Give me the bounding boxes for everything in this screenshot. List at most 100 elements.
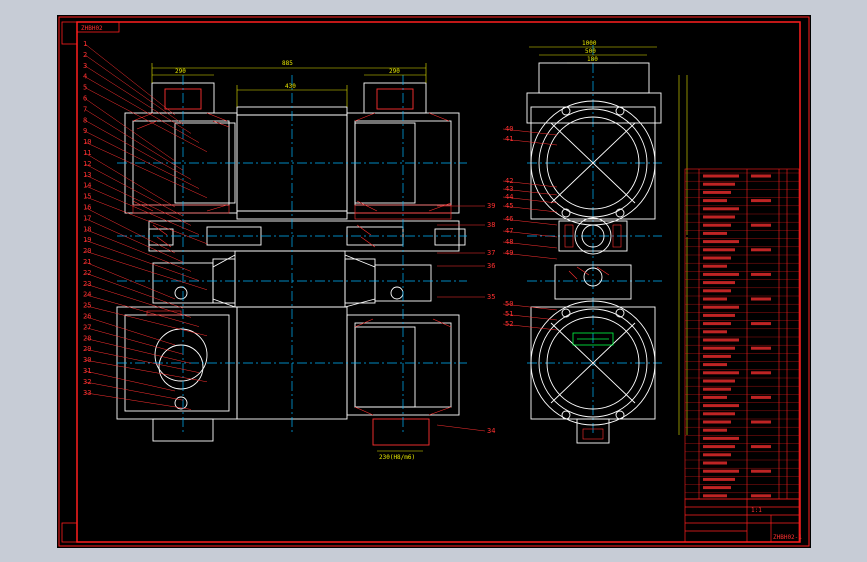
leader-label: 39 <box>487 202 495 210</box>
leader-line <box>84 130 200 189</box>
corner-code: ZHBH02 <box>81 25 103 32</box>
title-scale: 1:1 <box>751 507 762 514</box>
parts-list-entry <box>703 289 731 293</box>
leader-line <box>84 207 176 254</box>
leader-label: 29 <box>83 345 91 353</box>
parts-list-table <box>684 168 800 500</box>
leader-label: 49 <box>505 249 513 257</box>
leader-label: 27 <box>83 323 91 331</box>
parts-list-entry <box>703 469 739 473</box>
assembly-drawing: ZHBH02 885 290 290 430 1000 500 180 230(… <box>58 16 810 547</box>
leader-label: 12 <box>83 160 91 168</box>
leader-label: 19 <box>83 236 91 244</box>
leader-label: 50 <box>505 300 513 308</box>
leader-label: 8 <box>83 116 87 124</box>
leader-line <box>436 424 486 432</box>
leader-line <box>84 283 192 318</box>
svg-text:430: 430 <box>285 83 296 90</box>
leader-label: 23 <box>83 280 91 288</box>
leader-line <box>84 348 200 373</box>
leader-label: 15 <box>83 193 91 201</box>
leader-labels-right: 34 35 36 37 38 39 <box>436 202 495 435</box>
svg-text:500: 500 <box>585 48 596 55</box>
leader-label: 51 <box>505 310 513 318</box>
leader-label: 33 <box>83 389 91 397</box>
parts-list-material <box>751 371 771 375</box>
leader-label: 26 <box>83 313 91 321</box>
leader-label: 7 <box>83 105 87 113</box>
parts-list-entry <box>703 240 739 244</box>
leader-line <box>84 163 184 217</box>
parts-list-material <box>751 445 771 449</box>
parts-list-material <box>751 223 771 227</box>
dimension-lines <box>151 46 688 452</box>
parts-list-entry <box>703 297 727 301</box>
leader-line <box>84 65 192 134</box>
leader-label: 38 <box>487 221 495 229</box>
dimension-values: 885 290 290 430 1000 500 180 230(H8/m6) <box>175 40 598 461</box>
parts-list-material <box>751 395 771 399</box>
leader-label: 30 <box>83 356 91 364</box>
center-lines <box>117 45 662 435</box>
leader-label: 4 <box>83 73 87 81</box>
svg-text:180: 180 <box>587 56 598 63</box>
leader-label: 42 <box>505 177 513 185</box>
parts-list-material <box>751 469 771 473</box>
parts-list-material <box>751 346 771 350</box>
leader-label: 3 <box>83 62 87 70</box>
parts-list-material <box>751 297 771 301</box>
parts-list-entry <box>703 330 727 334</box>
parts-list-entry <box>703 322 731 326</box>
parts-list-entry <box>703 248 735 252</box>
leader-labels-left: 1234567891011121314151617181920212223242… <box>83 40 208 410</box>
side-view <box>526 62 662 444</box>
leader-label: 22 <box>83 269 91 277</box>
bottom-dimension: 230(H8/m6) <box>379 454 415 461</box>
leader-label: 48 <box>505 238 513 246</box>
parts-list-entry <box>703 215 735 219</box>
svg-text:1000: 1000 <box>582 40 597 47</box>
parts-list-entry <box>703 313 735 317</box>
leader-label: 35 <box>487 293 495 301</box>
cad-viewport[interactable]: ZHBH02 885 290 290 430 1000 500 180 230(… <box>0 0 867 562</box>
title-drawing-number: ZHBH02-1 <box>773 534 802 541</box>
leader-line <box>84 239 200 281</box>
parts-list-entry <box>703 223 731 227</box>
parts-list-entry <box>703 354 731 358</box>
parts-list-entry <box>703 387 731 391</box>
outer-border <box>58 16 810 547</box>
leader-label: 34 <box>487 427 495 435</box>
parts-list-entry <box>703 420 731 424</box>
parts-list-entry <box>703 305 739 309</box>
parts-list-entry <box>703 281 735 285</box>
parts-list-entry <box>703 199 727 203</box>
leader-label: 17 <box>83 214 91 222</box>
leader-line <box>84 359 208 383</box>
svg-text:885: 885 <box>282 60 293 67</box>
leader-label: 37 <box>487 249 495 257</box>
leader-label: 14 <box>83 182 91 190</box>
main-sectional-view <box>116 82 466 446</box>
leader-label: 41 <box>505 135 513 143</box>
parts-list-material <box>751 420 771 424</box>
leader-line <box>84 87 208 153</box>
leader-label: 40 <box>505 125 513 133</box>
parts-list-entry <box>703 379 735 383</box>
parts-list-entry <box>703 190 731 194</box>
leader-label: 16 <box>83 204 91 212</box>
leader-label: 21 <box>83 258 91 266</box>
leader-label: 1 <box>83 40 87 48</box>
leader-line <box>84 76 200 143</box>
parts-list-entry <box>703 264 727 268</box>
leader-line <box>84 109 184 171</box>
parts-list-entry <box>703 477 735 481</box>
leader-label: 52 <box>505 320 513 328</box>
leader-label: 13 <box>83 171 91 179</box>
leader-line <box>84 316 176 346</box>
leader-label: 24 <box>83 291 91 299</box>
parts-list-material <box>751 174 771 178</box>
parts-list-entry <box>703 338 739 342</box>
parts-list-entry <box>703 486 731 490</box>
inner-frame <box>76 21 801 543</box>
leader-line <box>84 327 184 355</box>
